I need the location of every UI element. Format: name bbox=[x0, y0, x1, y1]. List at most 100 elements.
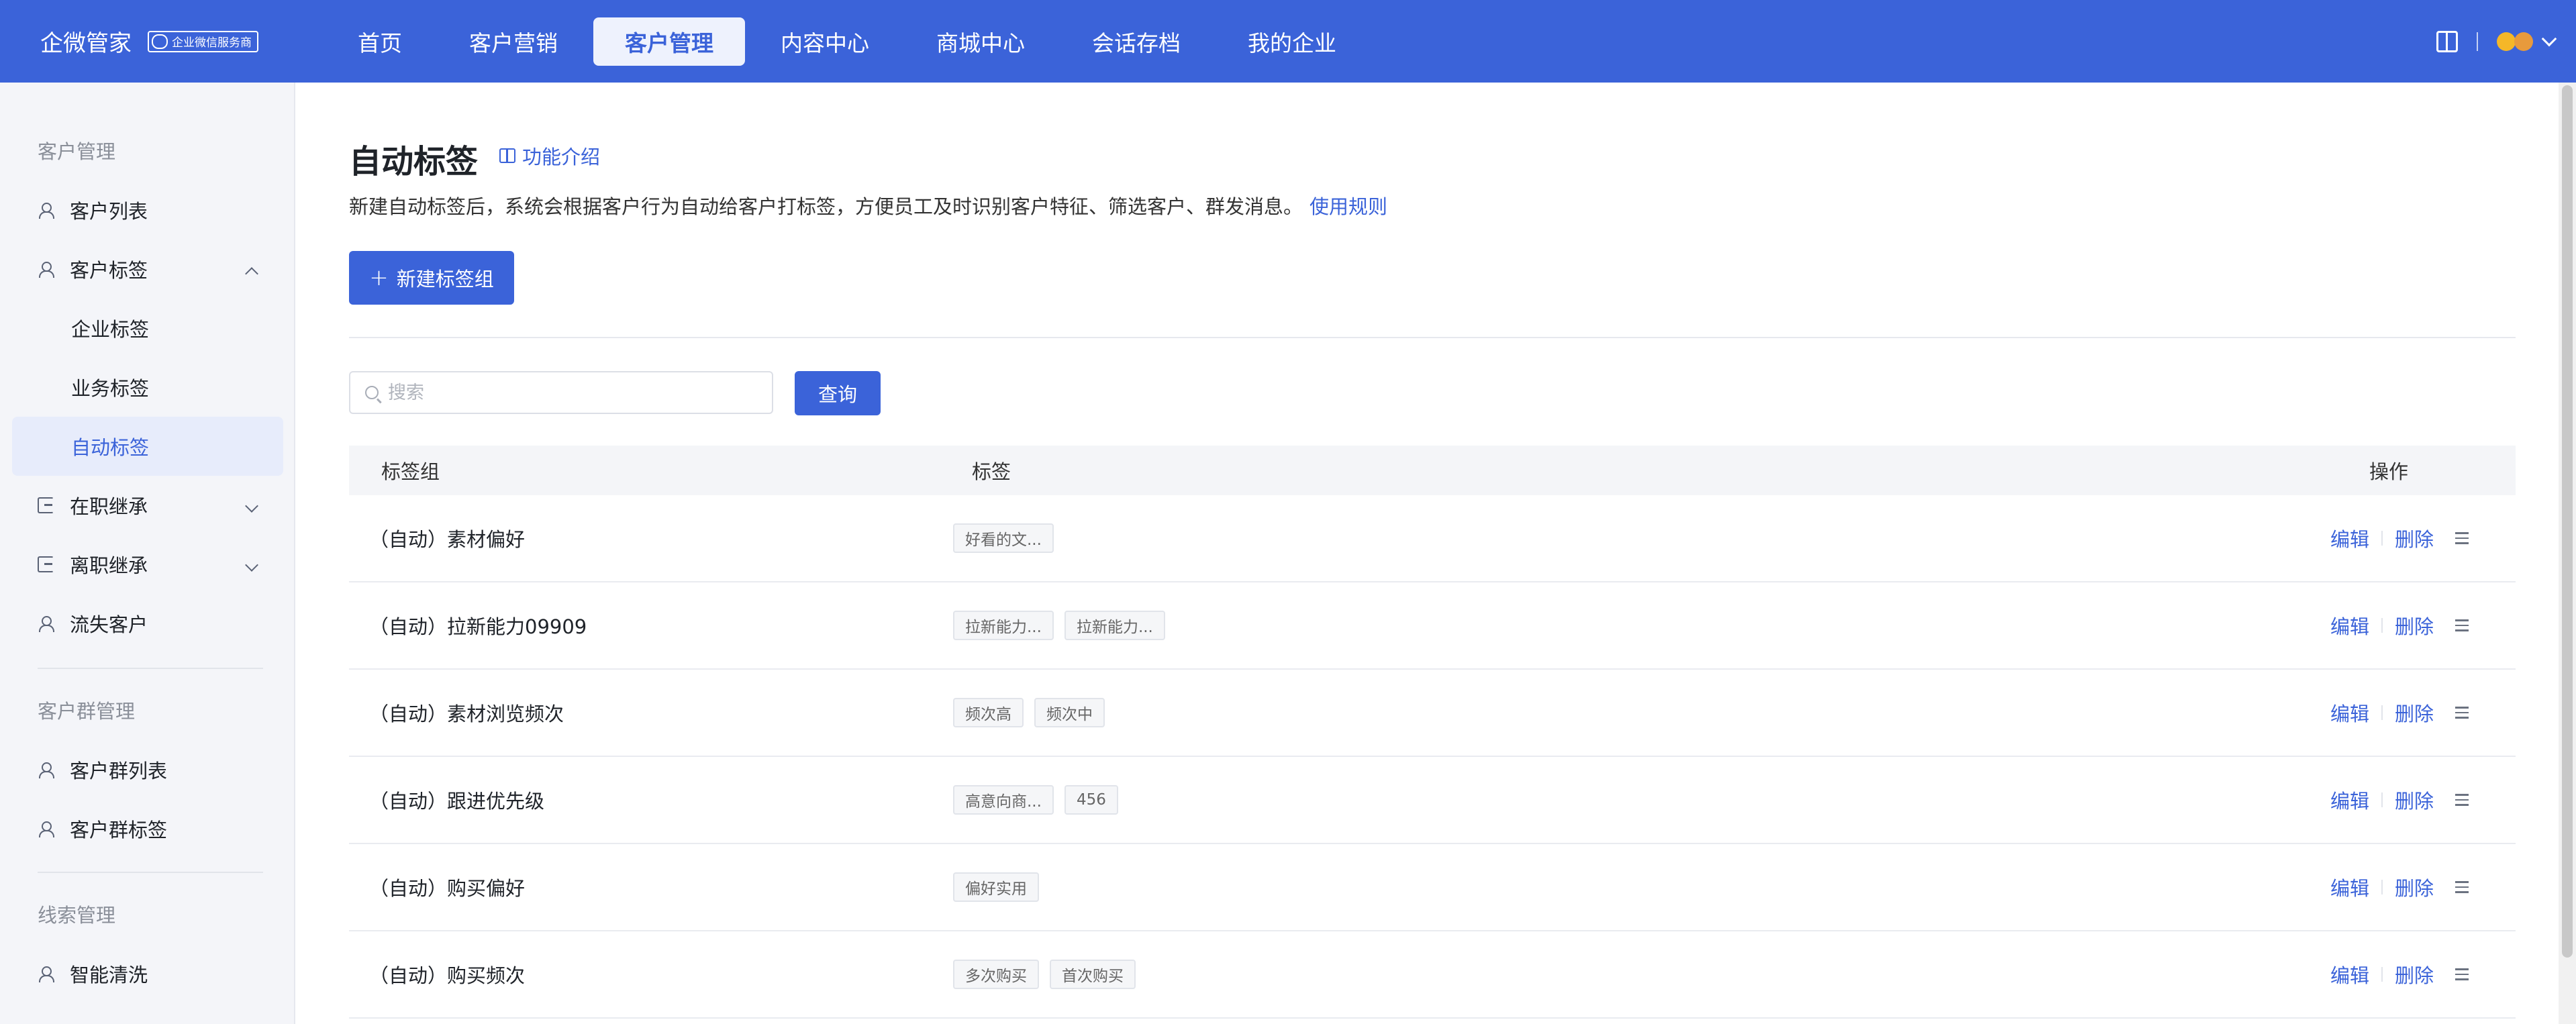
drag-handle-icon[interactable] bbox=[2455, 968, 2469, 980]
delete-button[interactable]: 删除 bbox=[2395, 524, 2434, 552]
sidebar-item-resign-inherit[interactable]: 离职继承 bbox=[12, 535, 283, 594]
sidebar-item-label: 客户标签 bbox=[70, 259, 148, 282]
search-field[interactable] bbox=[349, 371, 773, 414]
user-icon bbox=[38, 966, 54, 982]
edit-button[interactable]: 编辑 bbox=[2330, 611, 2369, 639]
edit-button[interactable]: 编辑 bbox=[2330, 786, 2369, 814]
vertical-scrollbar[interactable] bbox=[2559, 83, 2576, 1024]
drag-handle-icon[interactable] bbox=[2455, 707, 2469, 719]
feature-intro-link[interactable]: 功能介绍 bbox=[499, 142, 600, 170]
divider bbox=[2381, 531, 2383, 546]
edit-button[interactable]: 编辑 bbox=[2330, 873, 2369, 901]
sidebar: 客户管理 客户列表 客户标签 企业标签 业务标签 自动标签 在职继承 离职继承 … bbox=[0, 83, 295, 1024]
tag-chip: 多次购买 bbox=[953, 960, 1039, 989]
header-actions: 操作 bbox=[2369, 460, 2408, 483]
sidebar-divider bbox=[38, 872, 263, 873]
divider bbox=[2381, 792, 2383, 807]
header-tags: 标签 bbox=[972, 460, 1011, 483]
sidebar-item-onjob-inherit[interactable]: 在职继承 bbox=[12, 476, 283, 535]
delete-button[interactable]: 删除 bbox=[2395, 960, 2434, 988]
tag-list: 拉新能力... 拉新能力... bbox=[953, 611, 1165, 640]
sidebar-item-lost-customers[interactable]: 流失客户 bbox=[12, 594, 283, 653]
nav-mall-center[interactable]: 商城中心 bbox=[905, 17, 1056, 66]
edit-button[interactable]: 编辑 bbox=[2330, 699, 2369, 727]
nav-my-company[interactable]: 我的企业 bbox=[1216, 17, 1368, 66]
brand: 企微管家 企业微信服务商 bbox=[40, 0, 258, 83]
tag-group-table: 标签组 标签 操作 （自动）素材偏好 好看的文... 编辑 删除 （自动）拉新能… bbox=[349, 446, 2516, 1019]
sidebar-item-customer-list[interactable]: 客户列表 bbox=[12, 181, 283, 240]
tag-chip: 456 bbox=[1064, 785, 1118, 815]
nav-customer-marketing[interactable]: 客户营销 bbox=[438, 17, 589, 66]
divider bbox=[2381, 967, 2383, 982]
drag-handle-icon[interactable] bbox=[2455, 532, 2469, 544]
query-button[interactable]: 查询 bbox=[795, 371, 881, 415]
scrollbar-thumb[interactable] bbox=[2562, 85, 2573, 958]
tag-group-name: （自动）跟进优先级 bbox=[369, 790, 545, 813]
row-actions: 编辑 删除 bbox=[2330, 524, 2469, 552]
book-icon[interactable] bbox=[2436, 30, 2458, 52]
table-row: （自动）素材偏好 好看的文... 编辑 删除 bbox=[349, 495, 2516, 582]
edit-button[interactable]: 编辑 bbox=[2330, 960, 2369, 988]
sidebar-item-label: 客户群标签 bbox=[70, 819, 168, 841]
group-icon bbox=[38, 762, 54, 778]
delete-button[interactable]: 删除 bbox=[2395, 699, 2434, 727]
tag-list: 频次高 频次中 bbox=[953, 698, 1105, 727]
drag-handle-icon[interactable] bbox=[2455, 619, 2469, 631]
delete-button[interactable]: 删除 bbox=[2395, 873, 2434, 901]
nav-customer-management[interactable]: 客户管理 bbox=[593, 17, 745, 66]
search-input[interactable] bbox=[388, 382, 764, 403]
brand-badge-text: 企业微信服务商 bbox=[172, 36, 252, 50]
exit-icon bbox=[38, 497, 54, 513]
sidebar-section-customer-management: 客户管理 bbox=[38, 140, 116, 163]
sidebar-item-customer-tags[interactable]: 客户标签 bbox=[12, 240, 283, 299]
nav-content-center[interactable]: 内容中心 bbox=[749, 17, 901, 66]
brand-name: 企微管家 bbox=[40, 30, 132, 57]
feature-intro-label: 功能介绍 bbox=[522, 146, 601, 168]
edit-button[interactable]: 编辑 bbox=[2330, 524, 2369, 552]
tag-list: 高意向商... 456 bbox=[953, 785, 1118, 815]
chat-bubble-icon bbox=[152, 34, 168, 49]
nav-home[interactable]: 首页 bbox=[326, 17, 434, 66]
sidebar-item-smart-clean[interactable]: 智能清洗 bbox=[12, 944, 283, 1003]
user-icon bbox=[38, 202, 54, 219]
avatar-emoji-icon-2 bbox=[2514, 32, 2533, 51]
exit-icon bbox=[38, 556, 54, 572]
drag-handle-icon[interactable] bbox=[2455, 881, 2469, 893]
user-tag-icon bbox=[38, 261, 54, 278]
tag-list: 好看的文... bbox=[953, 523, 1054, 553]
sidebar-item-auto-tags[interactable]: 自动标签 bbox=[12, 417, 283, 476]
usage-rules-link[interactable]: 使用规则 bbox=[1309, 195, 1387, 218]
sidebar-item-group-list[interactable]: 客户群列表 bbox=[12, 740, 283, 799]
user-avatar-menu[interactable] bbox=[2497, 31, 2557, 51]
page-description: 新建自动标签后，系统会根据客户行为自动给客户打标签，方便员工及时识别客户特征、筛… bbox=[349, 191, 1387, 219]
divider bbox=[349, 337, 2516, 338]
delete-button[interactable]: 删除 bbox=[2395, 786, 2434, 814]
nav-session-archive[interactable]: 会话存档 bbox=[1060, 17, 1212, 66]
drag-handle-icon[interactable] bbox=[2455, 794, 2469, 806]
sidebar-item-enterprise-tags[interactable]: 企业标签 bbox=[12, 299, 283, 358]
sidebar-item-label: 客户列表 bbox=[70, 200, 148, 223]
divider bbox=[2381, 618, 2383, 633]
book-icon bbox=[499, 148, 515, 163]
tag-chip: 偏好实用 bbox=[953, 872, 1039, 902]
tag-group-name: （自动）购买频次 bbox=[369, 964, 526, 987]
new-tag-group-button[interactable]: + 新建标签组 bbox=[349, 251, 514, 305]
sidebar-divider bbox=[38, 668, 263, 669]
tag-group-name: （自动）拉新能力09909 bbox=[369, 615, 587, 638]
header-tag-group: 标签组 bbox=[381, 460, 440, 483]
divider bbox=[2477, 32, 2478, 51]
sidebar-item-group-tags[interactable]: 客户群标签 bbox=[12, 799, 283, 858]
sidebar-item-label: 自动标签 bbox=[71, 436, 150, 459]
sidebar-item-label: 企业标签 bbox=[71, 318, 150, 341]
divider bbox=[2381, 880, 2383, 894]
sidebar-item-label: 业务标签 bbox=[71, 377, 150, 400]
tag-chip: 拉新能力... bbox=[953, 611, 1054, 640]
sidebar-section-lead-management: 线索管理 bbox=[38, 904, 116, 927]
sidebar-item-label: 离职继承 bbox=[70, 554, 148, 577]
page-title: 自动标签 bbox=[349, 143, 479, 181]
delete-button[interactable]: 删除 bbox=[2395, 611, 2434, 639]
table-row: （自动）购买偏好 偏好实用 编辑 删除 bbox=[349, 844, 2516, 931]
tag-chip: 拉新能力... bbox=[1064, 611, 1165, 640]
table-row: （自动）跟进优先级 高意向商... 456 编辑 删除 bbox=[349, 757, 2516, 844]
sidebar-item-business-tags[interactable]: 业务标签 bbox=[12, 358, 283, 417]
